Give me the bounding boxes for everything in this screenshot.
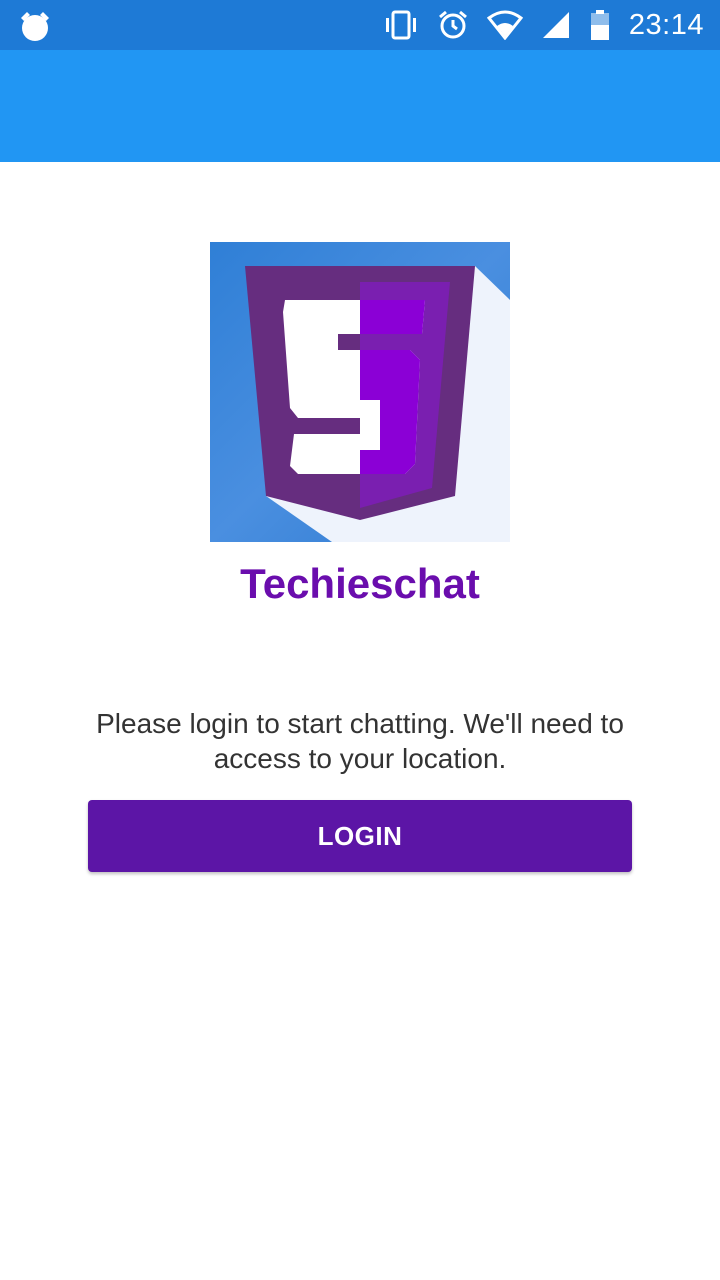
vibrate-icon [383, 10, 419, 40]
techieschat-logo [210, 242, 510, 542]
login-button[interactable]: LOGIN [88, 800, 632, 872]
clock-time: 23:14 [628, 8, 704, 41]
app-title: Techieschat [240, 560, 480, 607]
status-bar: 23:14 [0, 0, 720, 50]
app-bar [0, 50, 720, 162]
signal-icon [541, 10, 571, 40]
login-message: Please login to start chatting. We'll ne… [96, 708, 624, 774]
status-icons: 23:14 [383, 0, 704, 50]
alarm-icon [437, 9, 469, 41]
alarm-clock-icon [18, 9, 52, 43]
wifi-icon [486, 10, 523, 40]
battery-icon [589, 9, 611, 41]
